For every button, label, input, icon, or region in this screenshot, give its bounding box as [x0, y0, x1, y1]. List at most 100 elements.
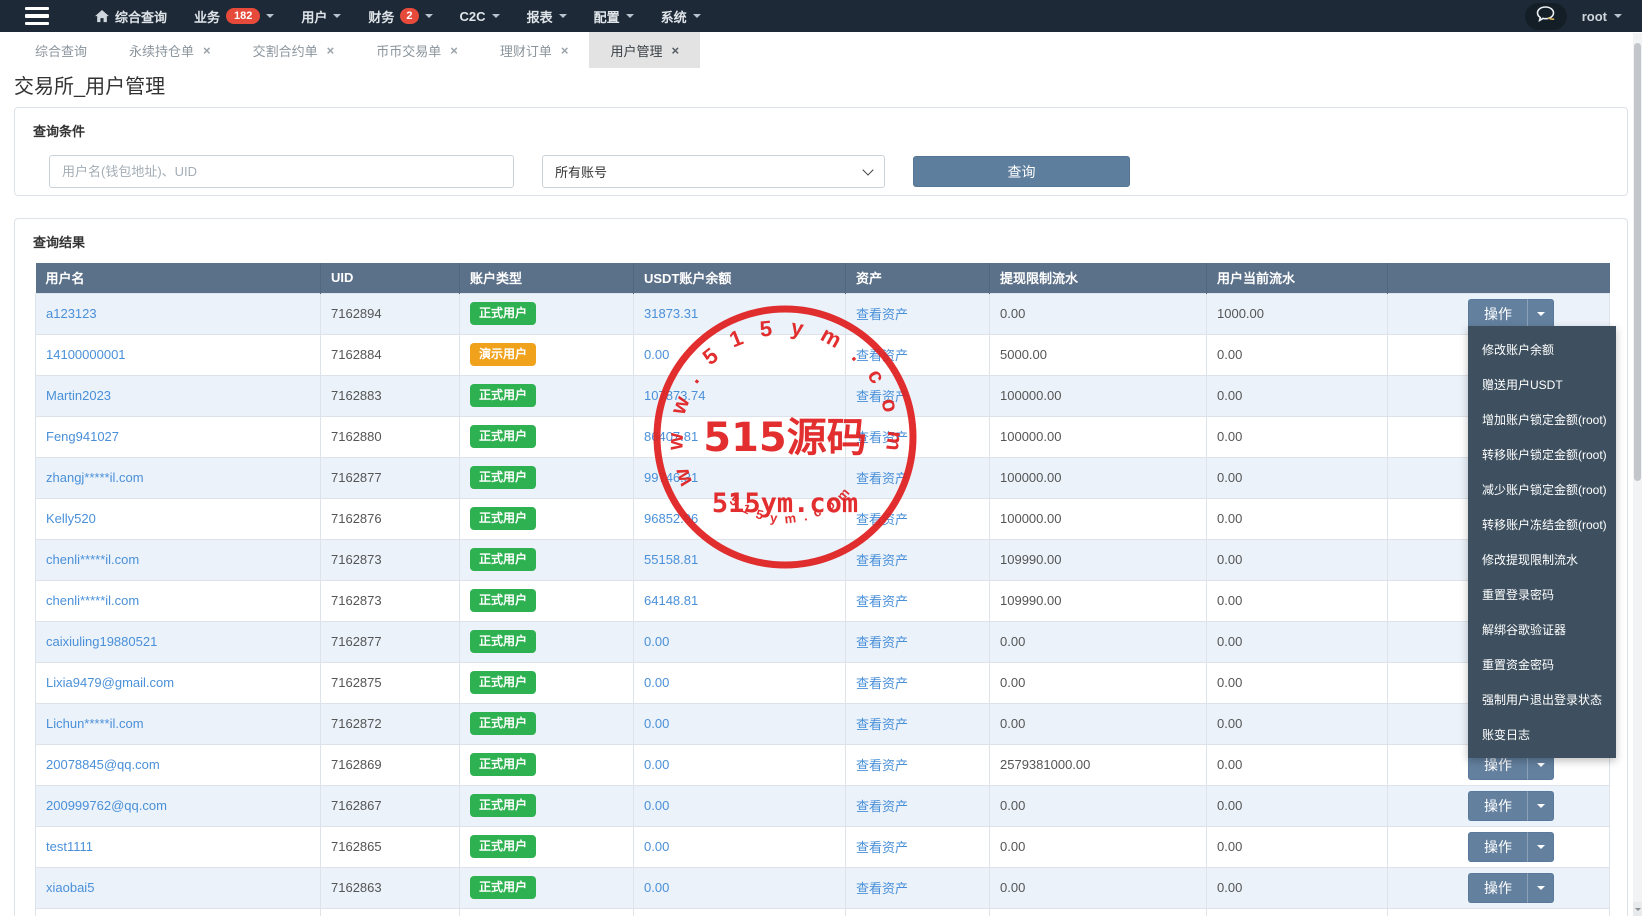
- menu-item-10[interactable]: 重置资金密码: [1468, 647, 1616, 682]
- username-link[interactable]: test1111: [46, 839, 93, 854]
- usdt-balance-link[interactable]: 0.00: [644, 757, 669, 772]
- usdt-balance-link[interactable]: 107873.74: [644, 388, 705, 403]
- view-assets-link[interactable]: 查看资产: [856, 307, 908, 322]
- nav-item-7[interactable]: 配置: [594, 7, 634, 26]
- usdt-balance-link[interactable]: 0.00: [644, 880, 669, 895]
- username-link[interactable]: Kelly520: [46, 511, 96, 526]
- tab-close-icon[interactable]: ×: [203, 44, 211, 57]
- username-link[interactable]: chenli*****il.com: [46, 552, 139, 567]
- username-link[interactable]: chenli*****il.com: [46, 593, 139, 608]
- view-assets-link[interactable]: 查看资产: [856, 799, 908, 814]
- action-button-group[interactable]: 操作: [1468, 299, 1554, 329]
- usdt-balance-link[interactable]: 0.00: [644, 798, 669, 813]
- tab-1[interactable]: 综合查询: [14, 32, 108, 68]
- username-link[interactable]: zhangj*****il.com: [46, 470, 144, 485]
- current-flow-cell: 0.00: [1207, 416, 1388, 457]
- tab-3[interactable]: 交割合约单×: [232, 32, 356, 68]
- action-caret-button[interactable]: [1527, 791, 1554, 821]
- nav-item-6[interactable]: 报表: [527, 7, 567, 26]
- tab-4[interactable]: 币币交易单×: [355, 32, 479, 68]
- menu-item-5[interactable]: 减少账户锁定金额(root): [1468, 472, 1616, 507]
- menu-item-8[interactable]: 重置登录密码: [1468, 577, 1616, 612]
- action-button[interactable]: 操作: [1468, 299, 1527, 329]
- username-link[interactable]: Martin2023: [46, 388, 111, 403]
- nav-item-3[interactable]: 用户: [301, 7, 341, 26]
- view-assets-link[interactable]: 查看资产: [856, 758, 908, 773]
- menu-item-7[interactable]: 修改提现限制流水: [1468, 542, 1616, 577]
- action-caret-button[interactable]: [1527, 832, 1554, 862]
- tab-6[interactable]: 用户管理×: [589, 32, 700, 68]
- usdt-balance-link[interactable]: 0.00: [644, 347, 669, 362]
- usdt-balance-link[interactable]: 96852.96: [644, 511, 698, 526]
- view-assets-link[interactable]: 查看资产: [856, 594, 908, 609]
- view-assets-link[interactable]: 查看资产: [856, 512, 908, 527]
- tab-close-icon[interactable]: ×: [561, 44, 569, 57]
- chevron-down-icon: [1537, 804, 1545, 812]
- chevron-down-icon: [266, 14, 274, 22]
- action-button[interactable]: 操作: [1468, 873, 1527, 903]
- username-link[interactable]: Lixia9479@gmail.com: [46, 675, 174, 690]
- menu-item-3[interactable]: 增加账户锁定金额(root): [1468, 402, 1616, 437]
- username-link[interactable]: xiaobai5: [46, 880, 94, 895]
- menu-item-11[interactable]: 强制用户退出登录状态: [1468, 682, 1616, 717]
- usdt-balance-link[interactable]: 0.00: [644, 634, 669, 649]
- username-link[interactable]: Feng941027: [46, 429, 119, 444]
- tab-close-icon[interactable]: ×: [327, 44, 335, 57]
- username-link[interactable]: 200999762@qq.com: [46, 798, 167, 813]
- tab-close-icon[interactable]: ×: [450, 44, 458, 57]
- view-assets-link[interactable]: 查看资产: [856, 840, 908, 855]
- view-assets-link[interactable]: 查看资产: [856, 471, 908, 486]
- username-link[interactable]: Lichun*****il.com: [46, 716, 144, 731]
- action-button-group[interactable]: 操作: [1468, 873, 1554, 903]
- username-link[interactable]: 14100000001: [46, 347, 126, 362]
- view-assets-link[interactable]: 查看资产: [856, 881, 908, 896]
- menu-item-1[interactable]: 修改账户余额: [1468, 332, 1616, 367]
- menu-item-2[interactable]: 赠送用户USDT: [1468, 367, 1616, 402]
- account-type-select[interactable]: 所有账号: [542, 155, 885, 188]
- nav-item-1[interactable]: 综合查询: [95, 7, 167, 26]
- usdt-balance-link[interactable]: 99746.31: [644, 470, 698, 485]
- search-input[interactable]: [49, 155, 514, 188]
- menu-item-9[interactable]: 解绑谷歌验证器: [1468, 612, 1616, 647]
- nav-item-8[interactable]: 系统: [661, 7, 701, 26]
- usdt-balance-link[interactable]: 86407.81: [644, 429, 698, 444]
- user-menu[interactable]: root: [1582, 9, 1622, 24]
- usdt-balance-link[interactable]: 31873.31: [644, 306, 698, 321]
- hamburger-menu-icon[interactable]: [25, 7, 49, 26]
- view-assets-link[interactable]: 查看资产: [856, 430, 908, 445]
- usdt-balance-link[interactable]: 0.00: [644, 839, 669, 854]
- view-assets-link[interactable]: 查看资产: [856, 389, 908, 404]
- action-button-group[interactable]: 操作: [1468, 832, 1554, 862]
- tab-5[interactable]: 理财订单×: [479, 32, 590, 68]
- search-button[interactable]: 查询: [913, 156, 1130, 187]
- action-caret-button[interactable]: [1527, 873, 1554, 903]
- usdt-balance-link[interactable]: 55158.81: [644, 552, 698, 567]
- usdt-balance-link[interactable]: 0.00: [644, 716, 669, 731]
- tab-close-icon[interactable]: ×: [671, 44, 679, 57]
- menu-item-12[interactable]: 账变日志: [1468, 717, 1616, 752]
- username-link[interactable]: a123123: [46, 306, 97, 321]
- username-link[interactable]: 20078845@qq.com: [46, 757, 160, 772]
- view-assets-link[interactable]: 查看资产: [856, 635, 908, 650]
- nav-item-4[interactable]: 财务2: [368, 7, 432, 26]
- vertical-scrollbar[interactable]: [1633, 33, 1642, 916]
- action-caret-button[interactable]: [1527, 299, 1554, 329]
- action-button[interactable]: 操作: [1468, 791, 1527, 821]
- username-link[interactable]: caixiuling19880521: [46, 634, 157, 649]
- menu-item-4[interactable]: 转移账户锁定金额(root): [1468, 437, 1616, 472]
- chat-button[interactable]: [1525, 3, 1567, 30]
- scrollbar-thumb[interactable]: [1634, 43, 1641, 481]
- view-assets-link[interactable]: 查看资产: [856, 553, 908, 568]
- action-button[interactable]: 操作: [1468, 832, 1527, 862]
- tab-2[interactable]: 永续持仓单×: [108, 32, 232, 68]
- usdt-balance-link[interactable]: 0.00: [644, 675, 669, 690]
- view-assets-link[interactable]: 查看资产: [856, 676, 908, 691]
- nav-item-2[interactable]: 业务182: [194, 7, 274, 26]
- scrollbar-down-arrow[interactable]: [1633, 902, 1642, 916]
- nav-item-5[interactable]: C2C: [460, 9, 500, 24]
- usdt-balance-link[interactable]: 64148.81: [644, 593, 698, 608]
- menu-item-6[interactable]: 转移账户冻结金额(root): [1468, 507, 1616, 542]
- view-assets-link[interactable]: 查看资产: [856, 717, 908, 732]
- action-button-group[interactable]: 操作: [1468, 791, 1554, 821]
- view-assets-link[interactable]: 查看资产: [856, 348, 908, 363]
